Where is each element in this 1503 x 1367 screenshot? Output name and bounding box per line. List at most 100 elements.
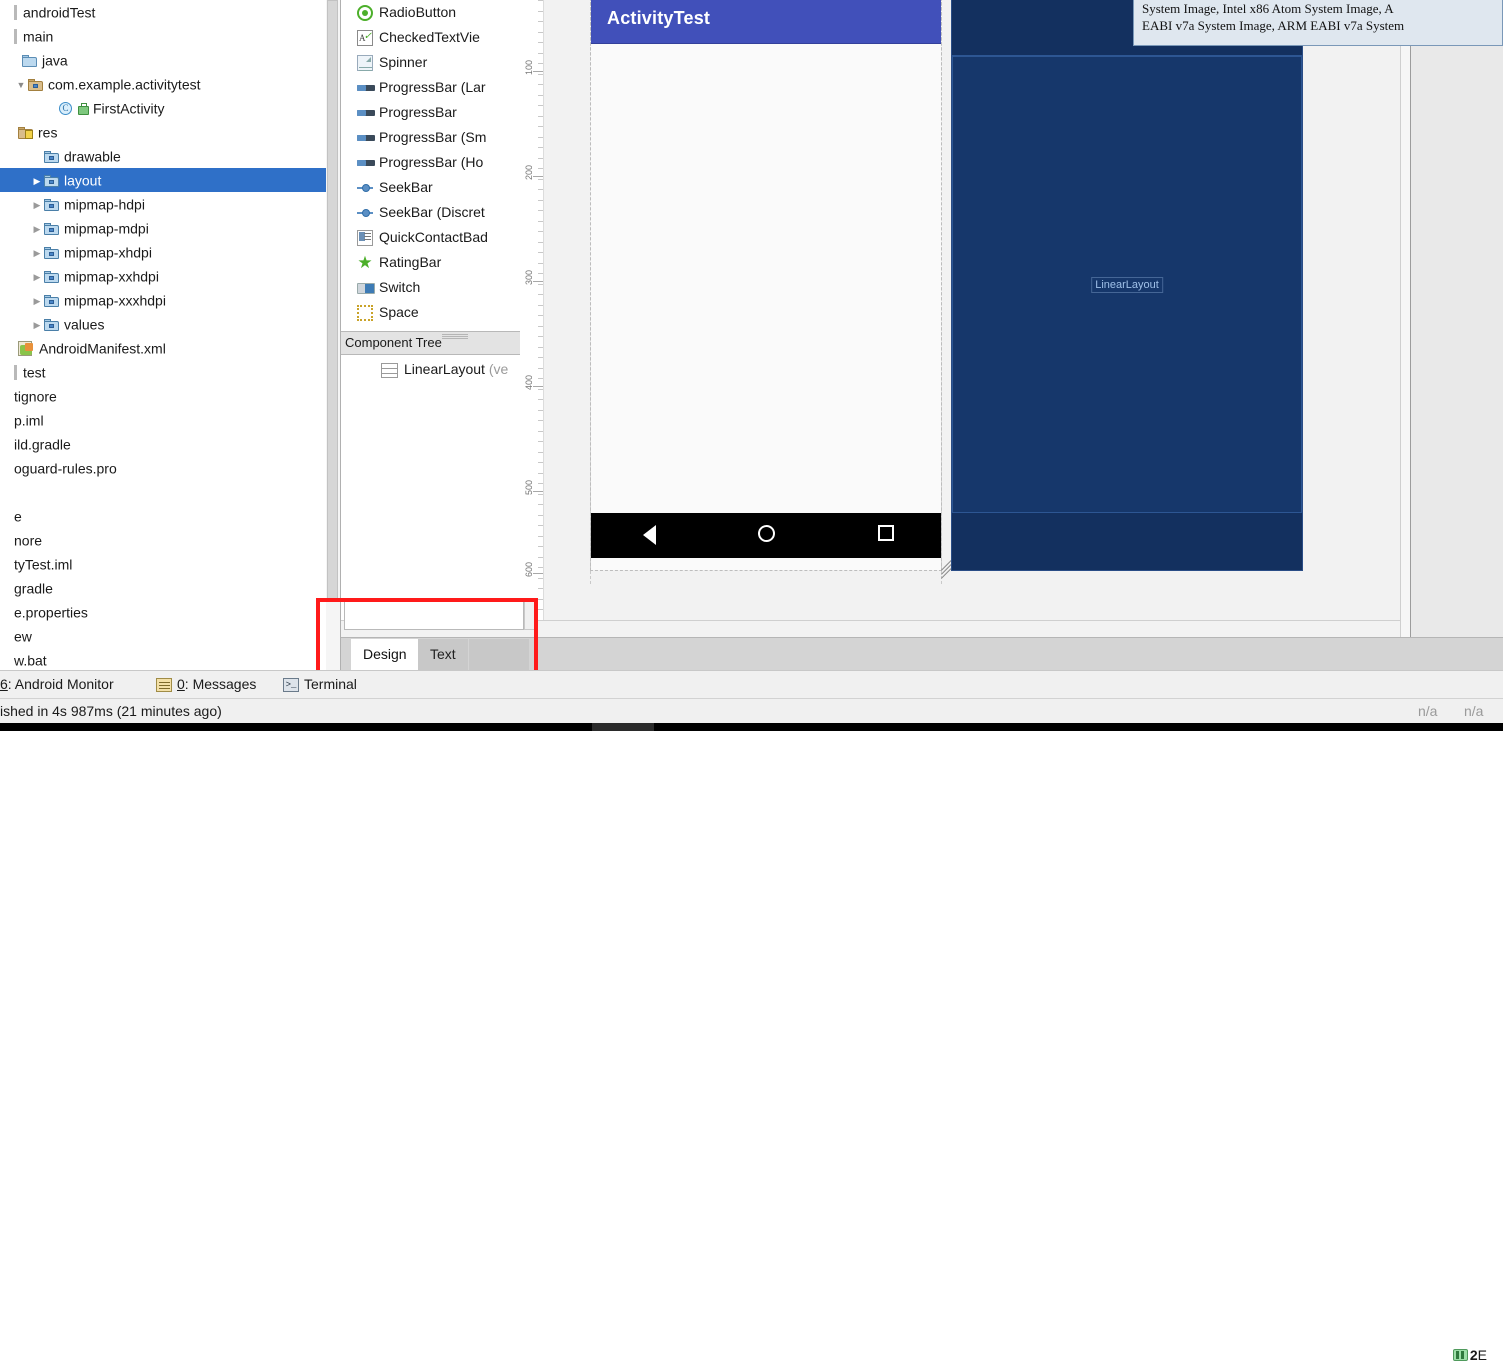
ruler-tick xyxy=(538,231,543,232)
tree-item-nore[interactable]: nore xyxy=(0,528,326,552)
palette-item-quickcontactbad[interactable]: QuickContactBad xyxy=(341,225,520,250)
ruler-tick xyxy=(538,42,543,43)
tree-item-mipmap-xxhdpi[interactable]: ▶ mipmap-xxhdpi xyxy=(0,264,326,288)
palette-item-label: Spinner xyxy=(379,54,428,70)
quickcontactbadge-icon xyxy=(357,230,373,246)
tree-item-gradle[interactable]: gradle xyxy=(0,576,326,600)
palette-item-switch[interactable]: Switch xyxy=(341,275,520,300)
device-render-preview[interactable]: ActivityTest xyxy=(590,0,942,571)
palette-item-seekbar-discret[interactable]: SeekBar (Discret xyxy=(341,200,520,225)
layout-design-canvas[interactable]: ActivityTest LinearLayout xyxy=(544,0,1400,620)
toolwindow-android-monitor[interactable]: 6: Android Monitor xyxy=(0,671,114,698)
chevron-right-icon[interactable]: ▶ xyxy=(30,169,44,193)
palette-item-spinner[interactable]: Spinner xyxy=(341,50,520,75)
project-tree-scrollbar-thumb[interactable] xyxy=(327,0,338,600)
project-tree-panel[interactable]: androidTest main java ▼ com.example.activity… xyxy=(0,0,326,670)
tree-item-com-example-activitytest[interactable]: ▼ com.example.activitytest xyxy=(0,72,326,96)
tree-item-mipmap-hdpi[interactable]: ▶ mipmap-hdpi xyxy=(0,192,326,216)
component-tree-panel[interactable]: LinearLayout (ve xyxy=(341,355,520,600)
tree-item-main[interactable]: main xyxy=(0,24,326,48)
tab-text[interactable]: Text xyxy=(418,639,468,670)
tree-item-tignore[interactable]: tignore xyxy=(0,384,326,408)
palette-item-space[interactable]: Space xyxy=(341,300,520,325)
seekbar-icon xyxy=(357,183,373,193)
blueprint-root-linearlayout[interactable]: LinearLayout xyxy=(952,56,1302,513)
tree-item-mipmap-xxxhdpi[interactable]: ▶ mipmap-xxxhdpi xyxy=(0,288,326,312)
tree-item-java[interactable]: java xyxy=(0,48,326,72)
chevron-down-icon[interactable]: ▼ xyxy=(14,73,28,97)
properties-panel[interactable] xyxy=(1410,0,1503,637)
tree-item-mipmap-xhdpi[interactable]: ▶ mipmap-xhdpi xyxy=(0,240,326,264)
space-icon xyxy=(357,305,373,321)
canvas-scrollbar[interactable] xyxy=(1390,0,1400,620)
toolwindow-terminal[interactable]: >_ Terminal xyxy=(283,671,357,698)
component-tree-node-linearlayout[interactable]: LinearLayout (ve xyxy=(341,355,520,383)
tree-item-p-iml[interactable]: p.iml xyxy=(0,408,326,432)
ruler-tick xyxy=(538,116,543,117)
palette-item-ratingbar[interactable]: ★ RatingBar xyxy=(341,250,520,275)
recents-square-icon[interactable] xyxy=(878,525,894,541)
chevron-right-icon[interactable]: ▶ xyxy=(30,241,44,265)
resource-folder-icon xyxy=(44,294,59,307)
tree-item-androidmanifest-xml[interactable]: AndroidManifest.xml xyxy=(0,336,326,360)
tree-item-drawable[interactable]: drawable xyxy=(0,144,326,168)
chevron-right-icon[interactable]: ▶ xyxy=(30,265,44,289)
tree-item-oguard-rules-pro[interactable]: oguard-rules.pro xyxy=(0,456,326,480)
android-content-area[interactable] xyxy=(591,44,941,513)
palette-item-progressbar-ho[interactable]: ProgressBar (Ho xyxy=(341,150,520,175)
editor-mode-tabstrip[interactable]: Design Text xyxy=(341,637,1503,670)
taskbar-nub xyxy=(592,723,654,731)
tree-item-firstactivity[interactable]: C FirstActivity xyxy=(0,96,326,120)
ruler-tick xyxy=(538,74,543,75)
toolwindow-messages[interactable]: 0: Messages xyxy=(156,671,256,698)
tree-item-e[interactable]: e xyxy=(0,504,326,528)
palette-item-progressbar-lar[interactable]: ProgressBar (Lar xyxy=(341,75,520,100)
back-triangle-icon[interactable] xyxy=(643,525,656,545)
tree-item-mipmap-mdpi[interactable]: ▶ mipmap-mdpi xyxy=(0,216,326,240)
tree-item-res[interactable]: res xyxy=(0,120,326,144)
chevron-right-icon[interactable]: ▶ xyxy=(30,289,44,313)
ruler-tick xyxy=(538,305,543,306)
tree-item-blank[interactable] xyxy=(0,480,326,504)
home-circle-icon[interactable] xyxy=(758,525,775,542)
chevron-right-icon[interactable]: ▶ xyxy=(30,217,44,241)
palette-item-checkedtextvie[interactable]: A ✓ CheckedTextVie xyxy=(341,25,520,50)
tree-item-layout[interactable]: ▶ layout xyxy=(0,168,326,192)
tree-item-test[interactable]: test xyxy=(0,360,326,384)
tree-item-values[interactable]: ▶ values xyxy=(0,312,326,336)
ruler-tick xyxy=(538,179,543,180)
ruler-tick xyxy=(538,168,543,169)
chevron-right-icon[interactable]: ▶ xyxy=(30,193,44,217)
palette-item-label: Switch xyxy=(379,279,421,295)
messages-icon xyxy=(156,678,172,693)
tree-item-tytest-iml[interactable]: tyTest.iml xyxy=(0,552,326,576)
ruler-tick xyxy=(538,105,543,106)
tree-item-ild-gradle[interactable]: ild.gradle xyxy=(0,432,326,456)
palette-item-progressbar[interactable]: ProgressBar xyxy=(341,100,520,125)
blueprint-preview[interactable]: LinearLayout xyxy=(951,0,1303,571)
tree-item-label: mipmap-hdpi xyxy=(64,196,145,213)
ruler-tick xyxy=(538,326,543,327)
palette-search-box[interactable] xyxy=(344,598,524,630)
toolwindow-android-monitor-key: 6 xyxy=(0,676,8,692)
palette-item-seekbar[interactable]: SeekBar xyxy=(341,175,520,200)
tree-item-label: AndroidManifest.xml xyxy=(39,340,166,357)
tree-item-androidtest[interactable]: androidTest xyxy=(0,0,326,24)
panel-resize-grip[interactable] xyxy=(442,333,468,339)
widget-palette-list[interactable]: RadioButton A ✓ CheckedTextVie Spinner Progre… xyxy=(341,0,520,331)
render-resize-handle[interactable] xyxy=(941,558,955,584)
tab-design[interactable]: Design xyxy=(351,639,419,670)
ruler-tick xyxy=(538,557,543,558)
palette-item-progressbar-sm[interactable]: ProgressBar (Sm xyxy=(341,125,520,150)
chevron-right-icon[interactable]: ▶ xyxy=(30,313,44,337)
palette-search-scrollbar[interactable] xyxy=(524,598,536,630)
tree-item-label: FirstActivity xyxy=(93,100,165,117)
tree-item-w-bat[interactable]: w.bat xyxy=(0,648,326,670)
ruler-tick xyxy=(538,294,543,295)
palette-item-radiobutton[interactable]: RadioButton xyxy=(341,0,520,25)
tree-item-label: java xyxy=(42,52,68,69)
event-log-widget[interactable]: 2E xyxy=(1452,1343,1487,1367)
toolwindow-bar[interactable]: 6: Android Monitor 0: Messages >_ Termina… xyxy=(0,670,1503,1363)
tree-item-ew[interactable]: ew xyxy=(0,624,326,648)
tree-item-e-properties[interactable]: e.properties xyxy=(0,600,326,624)
